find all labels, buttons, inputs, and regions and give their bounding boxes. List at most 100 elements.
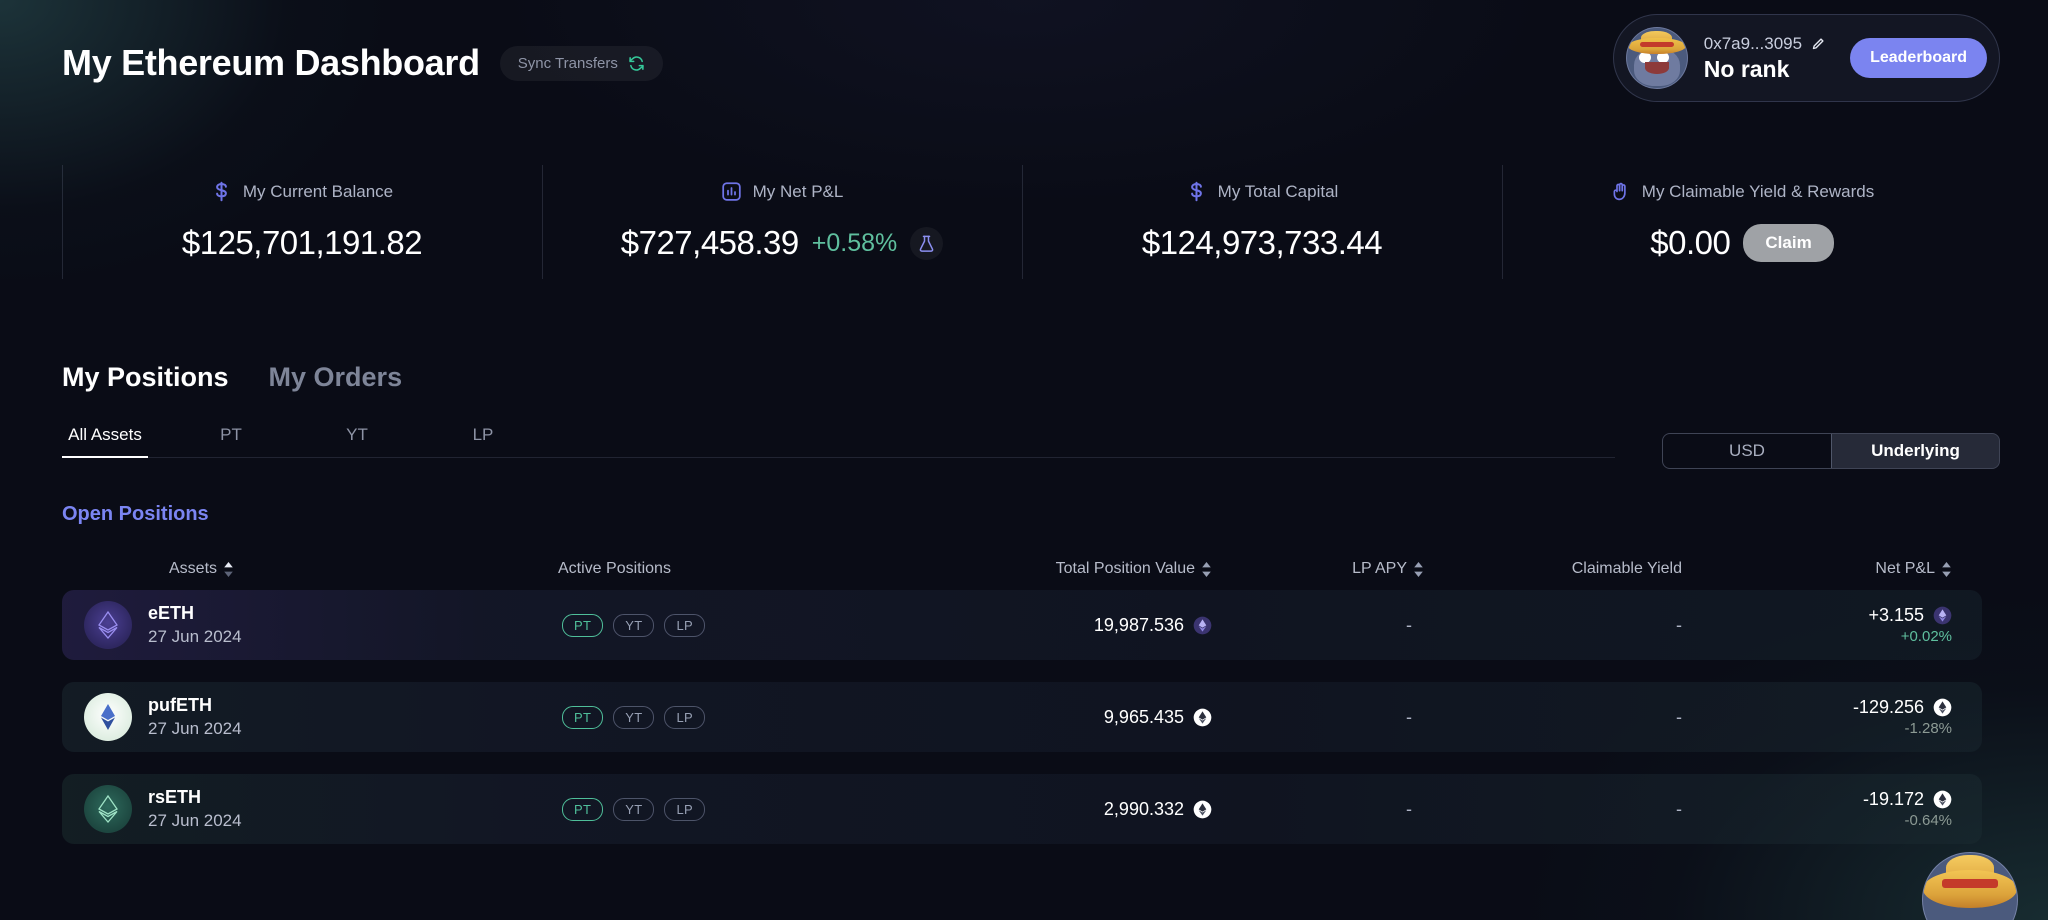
column-label: LP APY — [1352, 560, 1407, 578]
active-positions-cell: PT YT LP — [492, 706, 902, 729]
sync-transfers-label: Sync Transfers — [518, 55, 618, 72]
table-row[interactable]: eETH 27 Jun 2024 PT YT LP 19,987.536 - -… — [62, 590, 1982, 660]
stat-value: $727,458.39 — [621, 224, 799, 262]
avatar — [1626, 27, 1688, 89]
badge-lp[interactable]: LP — [664, 798, 705, 821]
column-label: Assets — [169, 560, 217, 578]
table-row[interactable]: rsETH 27 Jun 2024 PT YT LP 2,990.332 - -… — [62, 774, 1982, 844]
claim-button[interactable]: Claim — [1743, 224, 1833, 262]
currency-option-usd[interactable]: USD — [1663, 434, 1831, 468]
badge-lp[interactable]: LP — [664, 614, 705, 637]
net-pnl-value: +3.155 — [1868, 605, 1924, 626]
claimable-yield-cell: - — [1442, 707, 1712, 728]
open-positions-title: Open Positions — [62, 503, 209, 526]
subtab-all-assets[interactable]: All Assets — [62, 425, 148, 457]
net-pnl-value: -129.256 — [1853, 697, 1924, 718]
dollar-icon — [211, 181, 232, 202]
asset-filter-tabs: All Assets PT YT LP — [62, 425, 1615, 458]
page-title: My Ethereum Dashboard — [62, 42, 480, 84]
net-pnl-value-row: -129.256 — [1853, 697, 1952, 718]
flask-icon[interactable] — [910, 227, 943, 260]
stat-claimable-yield: My Claimable Yield & Rewards $0.00 Claim — [1502, 165, 1982, 285]
stat-value-row: $0.00 Claim — [1650, 224, 1833, 262]
table-header-row: Assets Active Positions Total Position V… — [62, 548, 1982, 590]
column-header-active-positions: Active Positions — [492, 560, 902, 578]
subtab-pt[interactable]: PT — [188, 425, 274, 457]
stat-label: My Total Capital — [1186, 181, 1339, 202]
badge-pt[interactable]: PT — [562, 798, 603, 821]
total-position-value-cell: 19,987.536 — [902, 615, 1212, 636]
stat-label: My Claimable Yield & Rewards — [1610, 181, 1874, 202]
stat-label-text: My Claimable Yield & Rewards — [1642, 182, 1874, 202]
lp-apy-cell: - — [1212, 707, 1442, 728]
column-header-total-position-value[interactable]: Total Position Value — [902, 560, 1212, 578]
leaderboard-button[interactable]: Leaderboard — [1850, 38, 1987, 78]
stat-value: $125,701,191.82 — [182, 224, 422, 262]
net-pnl-percent: +0.02% — [1901, 628, 1952, 645]
column-header-lp-apy[interactable]: LP APY — [1212, 560, 1442, 578]
asset-name: eETH — [148, 603, 242, 624]
total-position-value-cell: 2,990.332 — [902, 799, 1212, 820]
badge-pt[interactable]: PT — [562, 706, 603, 729]
badge-lp[interactable]: LP — [664, 706, 705, 729]
stat-label-text: My Current Balance — [243, 182, 393, 202]
asset-maturity-date: 27 Jun 2024 — [148, 627, 242, 647]
net-pnl-value-row: +3.155 — [1868, 605, 1952, 626]
eth-white-icon — [1193, 708, 1212, 727]
eeth-token-icon — [84, 601, 132, 649]
asset-name: rsETH — [148, 787, 242, 808]
sort-icon[interactable] — [1941, 562, 1952, 577]
asset-cell: eETH 27 Jun 2024 — [62, 601, 492, 649]
asset-meta: pufETH 27 Jun 2024 — [148, 695, 242, 739]
badge-pt[interactable]: PT — [562, 614, 603, 637]
net-pnl-percent: -1.28% — [1904, 720, 1952, 737]
column-label: Active Positions — [558, 560, 671, 578]
stat-current-balance: My Current Balance $125,701,191.82 — [62, 165, 542, 285]
stat-value-row: $125,701,191.82 — [182, 224, 422, 262]
total-position-value: 2,990.332 — [1104, 799, 1184, 820]
currency-option-underlying[interactable]: Underlying — [1831, 434, 1999, 468]
stat-label-text: My Net P&L — [753, 182, 844, 202]
sync-transfers-button[interactable]: Sync Transfers — [500, 46, 663, 81]
refresh-icon — [628, 55, 645, 72]
column-label: Total Position Value — [1056, 560, 1195, 578]
net-pnl-percent: -0.64% — [1904, 812, 1952, 829]
lp-apy-cell: - — [1212, 799, 1442, 820]
stat-label-text: My Total Capital — [1218, 182, 1339, 202]
dollar-icon — [1186, 181, 1207, 202]
stat-net-pnl: My Net P&L $727,458.39 +0.58% — [542, 165, 1022, 285]
eth-purple-icon — [1933, 606, 1952, 625]
subtab-yt[interactable]: YT — [314, 425, 400, 457]
total-position-value: 9,965.435 — [1104, 707, 1184, 728]
net-pnl-cell: +3.155 +0.02% — [1712, 605, 1982, 645]
profile-panel[interactable]: 0x7a9...3095 No rank Leaderboard — [1613, 14, 2000, 102]
lp-apy-cell: - — [1212, 615, 1442, 636]
stat-total-capital: My Total Capital $124,973,733.44 — [1022, 165, 1502, 285]
sort-icon[interactable] — [1201, 562, 1212, 577]
sort-icon[interactable] — [1413, 562, 1424, 577]
rseth-token-icon — [84, 785, 132, 833]
asset-cell: rsETH 27 Jun 2024 — [62, 785, 492, 833]
pencil-icon[interactable] — [1811, 36, 1826, 51]
stat-value: $124,973,733.44 — [1142, 224, 1382, 262]
badge-yt[interactable]: YT — [613, 706, 654, 729]
badge-yt[interactable]: YT — [613, 798, 654, 821]
total-position-value: 19,987.536 — [1094, 615, 1184, 636]
table-row[interactable]: pufETH 27 Jun 2024 PT YT LP 9,965.435 - … — [62, 682, 1982, 752]
stats-row: My Current Balance $125,701,191.82 My Ne… — [62, 165, 1982, 285]
net-pnl-cell: -129.256 -1.28% — [1712, 697, 1982, 737]
active-positions-cell: PT YT LP — [492, 798, 902, 821]
tab-my-positions[interactable]: My Positions — [62, 362, 229, 393]
asset-name: pufETH — [148, 695, 242, 716]
subtab-lp[interactable]: LP — [440, 425, 526, 457]
column-header-assets[interactable]: Assets — [62, 560, 492, 578]
pufeth-token-icon — [84, 693, 132, 741]
currency-toggle: USD Underlying — [1662, 433, 2000, 469]
badge-yt[interactable]: YT — [613, 614, 654, 637]
tab-my-orders[interactable]: My Orders — [269, 362, 403, 393]
rank-label: No rank — [1704, 56, 1826, 83]
claimable-yield-cell: - — [1442, 799, 1712, 820]
sort-icon[interactable] — [223, 562, 234, 577]
profile-text: 0x7a9...3095 No rank — [1704, 34, 1826, 83]
column-header-net-pnl[interactable]: Net P&L — [1712, 560, 1982, 578]
